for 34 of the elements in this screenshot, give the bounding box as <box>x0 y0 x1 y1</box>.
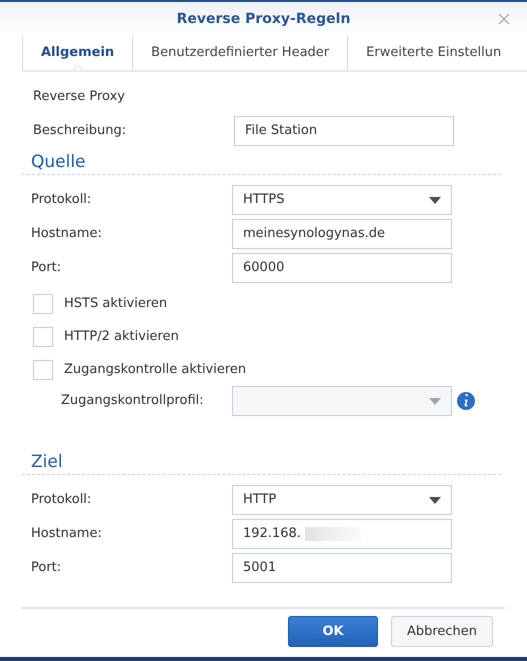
cancel-button[interactable]: Abbrechen <box>391 616 493 647</box>
field-label: Zugangskontrollprofil: <box>60 392 205 410</box>
text-field[interactable]: 60000 <box>232 253 452 283</box>
tab[interactable]: Allgemein <box>22 36 132 70</box>
tab[interactable]: Benutzerdefinierter Header <box>132 36 348 70</box>
section-heading: Quelle <box>31 151 87 174</box>
field-label: Port: <box>31 559 62 578</box>
redaction-blur <box>304 527 361 541</box>
text-field[interactable]: 5001 <box>232 553 452 583</box>
text-field[interactable]: File Station <box>234 116 454 146</box>
caret-icon <box>429 196 441 204</box>
checkbox[interactable] <box>33 360 53 380</box>
caret-icon <box>429 496 441 504</box>
ok-button[interactable]: OK <box>288 616 378 647</box>
field-label: Beschreibung: <box>33 122 128 140</box>
checkbox-label: HSTS aktivieren <box>64 294 168 313</box>
caret-icon <box>429 398 441 404</box>
checkbox-label: HTTP/2 aktivieren <box>64 328 179 346</box>
field-label: Port: <box>31 259 62 278</box>
text-field[interactable]: meinesynologynas.de <box>232 219 452 249</box>
section-heading: Ziel <box>31 451 64 474</box>
field-label: Hostname: <box>31 525 103 544</box>
window-title: Reverse Proxy-Regeln <box>176 10 350 28</box>
checkbox[interactable] <box>33 326 53 346</box>
text-field[interactable]: 192.168. <box>232 519 452 549</box>
tab[interactable]: Erweiterte Einstellun <box>347 36 520 70</box>
dropdown-field[interactable]: HTTPS <box>232 185 452 215</box>
dropdown-field[interactable]: HTTP <box>232 485 452 515</box>
field-label: Hostname: <box>31 225 103 244</box>
field-label: Protokoll: <box>31 191 92 210</box>
checkbox-label: Zugangskontrolle aktivieren <box>64 360 246 379</box>
field-label: Protokoll: <box>31 491 92 510</box>
section-title: Reverse Proxy <box>32 88 126 106</box>
checkbox[interactable] <box>33 294 53 314</box>
